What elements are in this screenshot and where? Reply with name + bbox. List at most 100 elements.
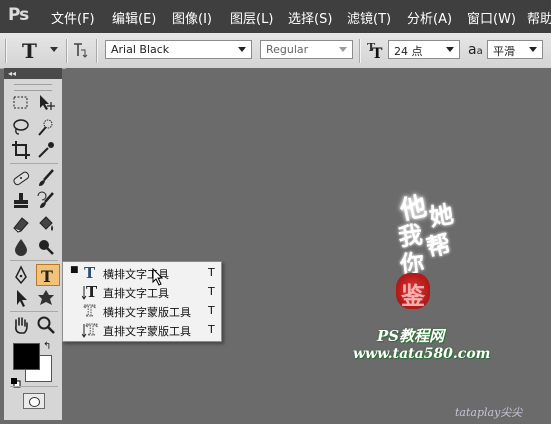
flyout-item-shortcut: T (208, 266, 215, 279)
antialias-icon: aa (468, 42, 483, 58)
flyout-item-horizontal-type[interactable]: ■ T 横排文字工具 T (63, 263, 221, 282)
blur-tool[interactable] (10, 236, 34, 258)
crop-tool[interactable] (10, 139, 34, 161)
quick-mask-button[interactable] (23, 393, 45, 409)
eyedropper-tool[interactable] (35, 139, 59, 161)
history-brush-tool[interactable] (35, 190, 59, 212)
watermark-corner: tataplay尖尖 (455, 406, 523, 419)
type-tool-icon: T (41, 267, 53, 286)
clone-stamp-tool[interactable] (10, 190, 34, 212)
shape-icon (38, 290, 54, 305)
magic-wand-icon (38, 119, 53, 136)
font-style-select[interactable]: Regular (260, 40, 353, 59)
dodge-tool[interactable] (35, 236, 59, 258)
healing-brush-tool[interactable] (10, 167, 34, 189)
font-size-value: 24 点 (394, 45, 423, 58)
lasso-tool[interactable] (10, 116, 34, 138)
swap-colors-icon[interactable]: ↰ (43, 341, 51, 352)
divider (96, 39, 98, 63)
dodge-icon (39, 240, 54, 255)
pen-tool[interactable] (10, 264, 34, 286)
menu-select[interactable]: 选择(S) (288, 8, 332, 27)
horizontal-type-icon: T (82, 263, 98, 282)
default-colors-icon[interactable] (11, 373, 21, 388)
antialias-select[interactable]: 平滑 (487, 40, 543, 59)
quick-selection-tool[interactable] (35, 116, 59, 138)
menu-layer[interactable]: 图层(L) (230, 8, 273, 27)
menu-help[interactable]: 帮助 (527, 8, 551, 27)
chevron-down-icon (529, 47, 537, 52)
type-tool[interactable]: T (36, 264, 60, 286)
options-bar: T Arial Black Regular T T 24 点 aa 平滑 (0, 33, 551, 69)
tools-panel-header: ◂◂ (4, 68, 62, 79)
canvas-area[interactable]: 他 她 我 帮 你 鉴 PS教程网 www.tata580.com tatapl… (66, 68, 551, 424)
watermark-site-name: PS教程网 (377, 327, 445, 345)
font-size-icon: T T (366, 40, 386, 62)
svg-text:T: T (41, 267, 53, 286)
font-family-select[interactable]: Arial Black (105, 40, 252, 59)
menu-analysis[interactable]: 分析(A) (407, 8, 452, 27)
font-family-value: Arial Black (111, 43, 170, 56)
arrow-pointer-icon (17, 290, 27, 307)
menu-edit[interactable]: 编辑(E) (112, 8, 156, 27)
panel-grip[interactable] (14, 84, 52, 91)
divider (10, 311, 58, 312)
eyedropper-icon (38, 142, 54, 158)
type-tool-flyout: ■ T 横排文字工具 T T 直排文字工具 T T 横排文字蒙版工具 T T 直… (62, 261, 222, 342)
flyout-item-shortcut: T (208, 285, 215, 298)
flyout-item-label: 直排文字蒙版工具 (103, 325, 191, 338)
menu-window[interactable]: 窗口(W) (467, 8, 516, 27)
flyout-item-shortcut: T (208, 304, 215, 317)
chevron-down-icon (446, 47, 454, 52)
menu-bar: Ps 文件(F) 编辑(E) 图像(I) 图层(L) 选择(S) 滤镜(T) 分… (0, 0, 551, 33)
font-size-select[interactable]: 24 点 (388, 40, 460, 59)
custom-shape-tool[interactable] (35, 287, 59, 309)
menu-image[interactable]: 图像(I) (172, 8, 212, 27)
brush-tool[interactable] (35, 167, 59, 189)
watermark-site-url: www.tata580.com (353, 346, 491, 362)
foreground-color-swatch[interactable] (13, 343, 40, 370)
menu-filter[interactable]: 滤镜(T) (347, 8, 391, 27)
move-tool[interactable] (35, 92, 59, 114)
divider (359, 39, 361, 63)
eraser-tool[interactable] (10, 213, 34, 235)
vertical-type-mask-icon: T (81, 320, 98, 339)
type-tool-icon: T (22, 39, 37, 63)
droplet-icon (15, 239, 27, 256)
svg-text:T: T (86, 283, 98, 301)
svg-text:T: T (372, 46, 383, 60)
flyout-item-horizontal-type-mask[interactable]: T 横排文字蒙版工具 T (63, 301, 221, 321)
collapse-arrows-icon[interactable]: ◂◂ (8, 69, 16, 78)
photoshop-logo: Ps (8, 5, 29, 25)
toggle-text-orientation-icon[interactable] (72, 41, 88, 59)
svg-text:T: T (86, 321, 98, 339)
zoom-tool[interactable] (35, 314, 59, 336)
chevron-down-icon (238, 47, 246, 52)
bandage-icon (13, 171, 30, 186)
flyout-item-shortcut: T (208, 323, 215, 336)
chevron-down-icon (339, 47, 347, 52)
flyout-item-vertical-type[interactable]: T 直排文字工具 T (63, 282, 221, 301)
flyout-item-vertical-type-mask[interactable]: T 直排文字蒙版工具 T (63, 320, 221, 339)
hand-tool[interactable] (10, 314, 34, 336)
magnifier-icon (37, 316, 55, 334)
svg-text:T: T (84, 264, 96, 282)
path-selection-tool[interactable] (10, 287, 34, 309)
paint-bucket-icon (39, 216, 53, 231)
marquee-tool[interactable] (10, 92, 34, 114)
eraser-icon (13, 217, 29, 233)
paint-bucket-tool[interactable] (35, 213, 59, 235)
tool-preset-picker[interactable]: T (14, 38, 64, 63)
svg-text:T: T (84, 302, 96, 320)
tools-panel: ◂◂ T ↰ (4, 68, 62, 420)
lasso-icon (13, 119, 29, 135)
antialias-glyph-large: a (468, 42, 477, 58)
selected-bullet-icon: ■ (70, 265, 79, 275)
menu-file[interactable]: 文件(F) (51, 8, 95, 27)
vertical-type-icon: T (81, 282, 98, 301)
flyout-item-label: 横排文字蒙版工具 (103, 306, 191, 319)
stamp-icon (14, 193, 28, 208)
pen-icon (15, 265, 27, 285)
brush-icon (39, 169, 54, 186)
antialias-glyph-small: a (476, 46, 483, 57)
